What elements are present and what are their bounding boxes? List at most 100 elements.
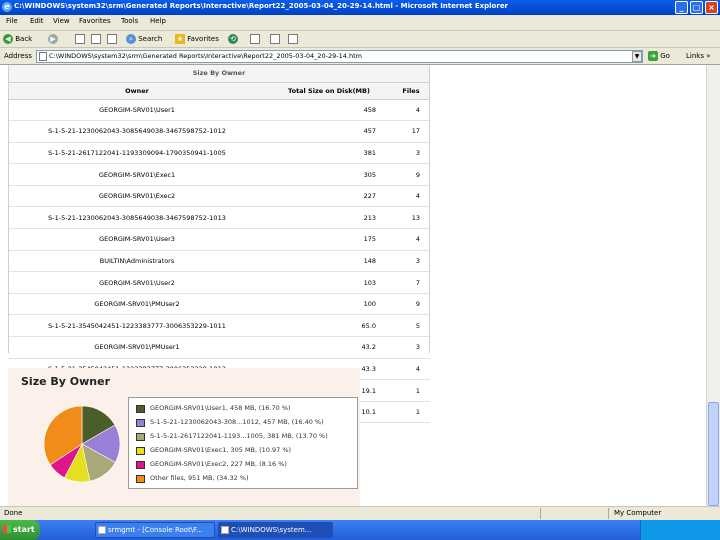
toolbar: ◀ Back ▶ ⌕ Search ★ Favorites ⟲: [0, 31, 720, 48]
cell-size: 65.0: [266, 314, 392, 338]
menu-file[interactable]: File: [6, 17, 18, 25]
minimize-button[interactable]: _: [675, 1, 688, 14]
window-title: C:\WINDOWS\system32\srm\Generated Report…: [14, 2, 509, 10]
cell-files: 5: [392, 314, 430, 338]
forward-arrow-icon: ▶: [48, 34, 58, 44]
menu-favorites[interactable]: Favorites: [79, 17, 111, 25]
table-row: GEORGIM-SRV01\User1 458 4: [8, 99, 430, 122]
legend-label: S-1-5-21-2617122041-1193...1005, 381 MB,…: [150, 432, 328, 440]
favorites-button[interactable]: ★ Favorites: [175, 33, 219, 45]
cell-owner: GEORGIM-SRV01\Exec2: [8, 185, 266, 208]
start-button[interactable]: start: [0, 520, 40, 540]
legend-label: GEORGIM-SRV01\Exec2, 227 MB, (8.16 %): [150, 460, 287, 468]
legend-swatch: [136, 447, 145, 455]
search-label: Search: [138, 35, 163, 43]
search-icon: ⌕: [126, 34, 136, 44]
address-label: Address: [4, 52, 32, 60]
home-button[interactable]: [107, 33, 117, 45]
cell-files: 13: [392, 206, 430, 230]
table-row: BUILTIN\Administrators 148 3: [8, 250, 430, 273]
vertical-scrollbar[interactable]: [706, 65, 720, 506]
address-input[interactable]: C:\WINDOWS\system32\srm\Generated Report…: [36, 50, 643, 63]
print-button[interactable]: [270, 33, 280, 45]
taskbar-item-srmgmt[interactable]: srmgmt - [Console Root\F...: [95, 522, 215, 538]
table-row: S-1-5-21-1230062043-3085649038-346759875…: [8, 120, 430, 143]
menu-tools[interactable]: Tools: [121, 17, 138, 25]
cell-size: 305: [266, 163, 392, 186]
print-icon: [270, 34, 280, 44]
home-icon: [107, 34, 117, 44]
back-button[interactable]: ◀ Back: [3, 33, 32, 45]
cell-owner: GEORGIM-SRV01\Exec1: [8, 163, 266, 186]
cell-size: 175: [266, 228, 392, 251]
column-header-files: Files: [392, 82, 430, 100]
cell-files: 7: [392, 271, 430, 294]
cell-files: 3: [392, 142, 430, 165]
table-row: S-1-5-21-2617122041-1193309094-179035094…: [8, 142, 430, 165]
menu-edit[interactable]: Edit: [30, 17, 44, 25]
stop-button[interactable]: [75, 33, 85, 45]
taskbar-item-label: srmgmt - [Console Root\F...: [108, 526, 203, 534]
legend-swatch: [136, 405, 145, 413]
refresh-button[interactable]: [91, 33, 101, 45]
cell-size: 148: [266, 250, 392, 273]
cell-size: 457: [266, 120, 392, 143]
legend-label: Other files, 951 MB, (34.32 %): [150, 474, 249, 482]
cell-size: 100: [266, 293, 392, 316]
edit-button[interactable]: [288, 33, 298, 45]
table-row: GEORGIM-SRV01\PMUser2 100 9: [8, 293, 430, 316]
taskbar-item-explorer[interactable]: C:\WINDOWS\system...: [218, 522, 333, 538]
refresh-icon: [91, 34, 101, 44]
mail-button[interactable]: [250, 33, 260, 45]
title-bar[interactable]: e C:\WINDOWS\system32\srm\Generated Repo…: [0, 0, 720, 15]
cell-size: 458: [266, 99, 392, 122]
cell-files: 4: [392, 185, 430, 208]
status-separator: [540, 508, 541, 519]
favorites-label: Favorites: [187, 35, 219, 43]
cell-files: 4: [392, 358, 430, 381]
scrollbar-thumb[interactable]: [708, 402, 719, 506]
table-row: GEORGIM-SRV01\User3 175 4: [8, 228, 430, 251]
links-button[interactable]: Links »: [686, 52, 711, 60]
cell-files: 1: [392, 401, 430, 424]
start-label: start: [13, 525, 35, 534]
stop-icon: [75, 34, 85, 44]
chart-title: Size By Owner: [21, 375, 110, 388]
legend-swatch: [136, 433, 145, 441]
go-button[interactable]: ➜ Go: [648, 51, 670, 61]
cell-owner: GEORGIM-SRV01\PMUser2: [8, 293, 266, 316]
page-icon: [39, 52, 47, 61]
maximize-button[interactable]: □: [690, 1, 703, 14]
address-value: C:\WINDOWS\system32\srm\Generated Report…: [49, 52, 362, 60]
cell-owner: S-1-5-21-2617122041-1193309094-179035094…: [8, 142, 266, 165]
edit-icon: [288, 34, 298, 44]
history-button[interactable]: ⟲: [228, 33, 238, 45]
forward-button[interactable]: ▶: [48, 33, 58, 45]
column-header-size: Total Size on Disk(MB): [266, 82, 392, 100]
windows-logo-icon: [3, 525, 11, 533]
status-zone: My Computer: [614, 509, 662, 517]
menu-bar: File Edit View Favorites Tools Help: [0, 15, 720, 31]
mail-icon: [250, 34, 260, 44]
back-label: Back: [15, 35, 33, 43]
table-row: GEORGIM-SRV01\User2 103 7: [8, 271, 430, 294]
legend-label: GEORGIM-SRV01\Exec1, 305 MB, (10.97 %): [150, 446, 292, 454]
cell-size: 103: [266, 271, 392, 294]
address-dropdown-button[interactable]: ▼: [632, 51, 642, 62]
cell-files: 3: [392, 336, 430, 359]
legend-swatch: [136, 419, 145, 427]
cell-owner: S-1-5-21-3545042451-1223383777-300635322…: [8, 314, 266, 338]
chart-panel: Size By Owner GEORGIM-SRV01\User1, 458 M…: [8, 368, 360, 506]
table-row: GEORGIM-SRV01\Exec2 227 4: [8, 185, 430, 208]
menu-view[interactable]: View: [53, 17, 70, 25]
taskbar: start srmgmt - [Console Root\F... C:\WIN…: [0, 520, 720, 540]
close-button[interactable]: ×: [705, 1, 718, 14]
cell-files: 17: [392, 120, 430, 143]
cell-size: 227: [266, 185, 392, 208]
cell-size: 213: [266, 206, 392, 230]
menu-help[interactable]: Help: [150, 17, 166, 25]
table-header-row: Owner Total Size on Disk(MB) Files: [8, 82, 430, 100]
legend-swatch: [136, 461, 145, 469]
go-label: Go: [660, 52, 670, 60]
search-button[interactable]: ⌕ Search: [126, 33, 162, 45]
